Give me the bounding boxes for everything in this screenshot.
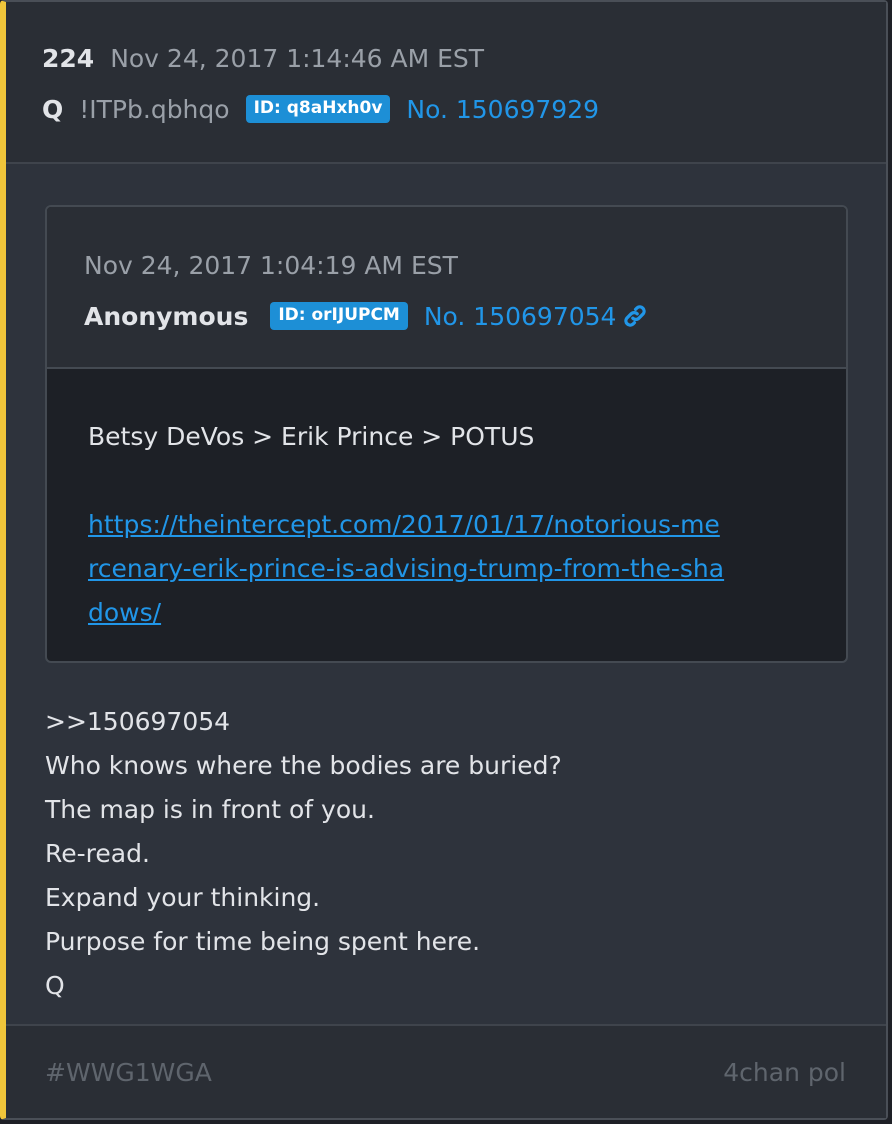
- body-line: The map is in front of you.: [45, 795, 375, 824]
- quoted-text: Betsy DeVos > Erik Prince > POTUS: [88, 422, 535, 451]
- body-line: Expand your thinking.: [45, 883, 321, 912]
- source-link[interactable]: 4chan pol: [723, 1058, 846, 1087]
- post-footer: #WWG1WGA 4chan pol: [6, 1024, 886, 1118]
- link-icon[interactable]: [622, 303, 648, 329]
- body-line: Who knows where the bodies are buried?: [45, 751, 562, 780]
- post-author: Q: [42, 94, 64, 124]
- quoted-post: Nov 24, 2017 1:04:19 AM EST Anonymous ID…: [45, 205, 848, 663]
- quoted-post-body: Betsy DeVos > Erik Prince > POTUS https:…: [47, 369, 846, 635]
- quoted-post-id-link[interactable]: No. 150697054: [424, 302, 617, 331]
- reply-reference[interactable]: >>150697054: [45, 700, 562, 744]
- quoted-post-header: Nov 24, 2017 1:04:19 AM EST Anonymous ID…: [47, 207, 846, 369]
- quoted-url-link[interactable]: https://theintercept.com/2017/01/17/noto…: [88, 503, 728, 635]
- quoted-id-badge: ID: orIJUPCM: [270, 302, 408, 330]
- body-line: Purpose for time being spent here.: [45, 927, 481, 956]
- post-id-link[interactable]: No. 150697929: [406, 95, 599, 124]
- post-body: >>150697054 Who knows where the bodies a…: [45, 700, 562, 1008]
- post-number: 224: [42, 44, 95, 73]
- post-header: 224 Nov 24, 2017 1:14:46 AM EST Q !ITPb.…: [6, 2, 886, 164]
- post-tripcode: !ITPb.qbhqo: [79, 94, 230, 124]
- quoted-author: Anonymous: [84, 301, 249, 331]
- post-id-badge: ID: q8aHxh0v: [245, 95, 391, 123]
- post-timestamp: Nov 24, 2017 1:14:46 AM EST: [110, 44, 485, 73]
- post-card: 224 Nov 24, 2017 1:14:46 AM EST Q !ITPb.…: [0, 0, 888, 1120]
- hashtag-link[interactable]: #WWG1WGA: [45, 1058, 212, 1087]
- body-line: Re-read.: [45, 839, 150, 868]
- quoted-timestamp: Nov 24, 2017 1:04:19 AM EST: [84, 251, 458, 280]
- body-signature: Q: [45, 971, 65, 1000]
